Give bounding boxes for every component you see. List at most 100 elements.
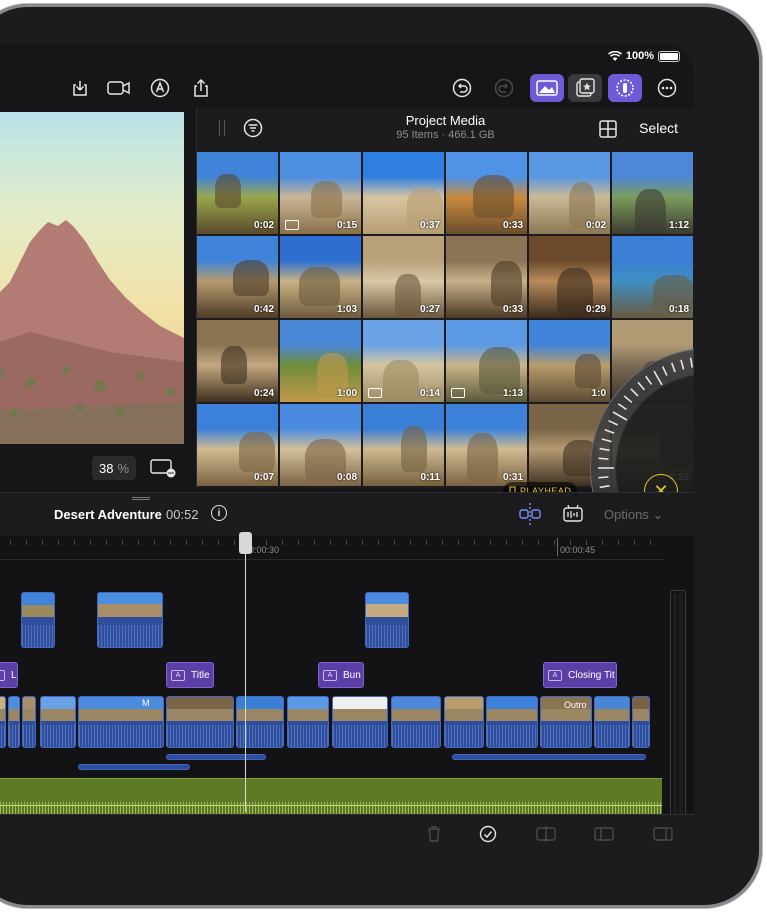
- title-clip-label: L: [11, 669, 17, 681]
- media-thumbnail[interactable]: 0:33: [446, 152, 527, 234]
- clip-waveform: [595, 725, 629, 747]
- media-thumbnail[interactable]: 0:33: [446, 236, 527, 318]
- connected-audio-clip[interactable]: [78, 764, 190, 770]
- grid-view-icon[interactable]: [599, 120, 617, 138]
- redo-icon[interactable]: [490, 74, 518, 102]
- thumbnail-duration: 0:42: [253, 304, 274, 315]
- storyline-clip[interactable]: [486, 696, 538, 748]
- info-icon[interactable]: i: [211, 505, 227, 521]
- clip-waveform: [237, 725, 283, 747]
- storyline-clip[interactable]: [166, 696, 234, 748]
- ruler-tick: [154, 540, 155, 545]
- media-thumbnail[interactable]: 0:15: [280, 152, 361, 234]
- storyline-clip[interactable]: [632, 696, 650, 748]
- inspector-icon[interactable]: [608, 74, 642, 102]
- title-clip[interactable]: A Closing Tit: [543, 662, 617, 688]
- voiceover-icon[interactable]: [146, 74, 174, 102]
- storyline-clip[interactable]: [287, 696, 329, 748]
- storyline-clip[interactable]: [40, 696, 76, 748]
- media-thumbnail[interactable]: 0:29: [529, 236, 610, 318]
- media-thumbnail[interactable]: 0:02: [529, 152, 610, 234]
- zoom-level-field[interactable]: 38 %: [92, 456, 136, 480]
- dial-tick: [612, 411, 628, 421]
- ruler-tick: [490, 540, 491, 545]
- media-thumbnail[interactable]: 0:37: [363, 152, 444, 234]
- thumbnail-image: [383, 360, 419, 402]
- ruler-tick: [282, 540, 283, 545]
- thumbnail-image: [491, 261, 522, 306]
- thumbnail-image: [401, 426, 427, 472]
- playhead-handle[interactable]: [239, 532, 252, 554]
- storyline-clip[interactable]: [391, 696, 441, 748]
- media-thumbnail[interactable]: 0:08: [280, 404, 361, 486]
- connected-audio-clip[interactable]: [452, 754, 646, 760]
- title-icon: A: [323, 669, 337, 681]
- undo-icon[interactable]: [448, 74, 476, 102]
- media-thumbnail[interactable]: 0:07: [197, 404, 278, 486]
- thumbnail-duration: 0:02: [253, 220, 274, 231]
- media-thumbnail[interactable]: 1:00: [280, 320, 361, 402]
- ruler-tick: [634, 540, 635, 545]
- thumbnail-image: [221, 346, 247, 384]
- storyline-clip[interactable]: [0, 696, 6, 748]
- photos-icon[interactable]: [530, 74, 564, 102]
- clip-filmstrip: [633, 697, 649, 721]
- media-thumbnail[interactable]: 0:11: [363, 404, 444, 486]
- timeline[interactable]: 00:00:30 00:00:45 A L A: [0, 532, 694, 846]
- title-clip[interactable]: A Bun: [318, 662, 364, 688]
- trash-icon[interactable]: [426, 825, 442, 843]
- more-icon[interactable]: [653, 74, 681, 102]
- media-thumbnail[interactable]: 0:31: [446, 404, 527, 486]
- thumbnail-duration: 0:14: [419, 388, 440, 399]
- storyline-clip[interactable]: [8, 696, 20, 748]
- media-thumbnail[interactable]: 1:12: [612, 152, 693, 234]
- media-thumbnail[interactable]: 0:24: [197, 320, 278, 402]
- title-clip[interactable]: A Title: [166, 662, 214, 688]
- media-thumbnail[interactable]: 1:13: [446, 320, 527, 402]
- ruler-tick: [314, 540, 315, 545]
- zoom-value: 38: [98, 460, 114, 476]
- clip-filmstrip: [0, 697, 5, 721]
- media-thumbnail[interactable]: 1:03: [280, 236, 361, 318]
- share-icon[interactable]: [187, 74, 215, 102]
- broll-clip[interactable]: [365, 592, 409, 648]
- video-viewer[interactable]: [0, 112, 184, 444]
- playhead[interactable]: [245, 536, 246, 812]
- timeline-ruler[interactable]: 00:00:30 00:00:45: [0, 536, 664, 560]
- media-thumbnail[interactable]: 0:02: [197, 152, 278, 234]
- storyline-clip[interactable]: [78, 696, 164, 748]
- audio-skimming-icon[interactable]: [562, 503, 584, 525]
- storyline-clip[interactable]: [22, 696, 36, 748]
- media-thumbnail[interactable]: 0:14: [363, 320, 444, 402]
- broll-clip[interactable]: [97, 592, 163, 648]
- ruler-tick: [410, 540, 411, 545]
- clip-filmstrip: [237, 697, 283, 721]
- battery-percent: 100%: [625, 50, 654, 62]
- ruler-tick: [26, 540, 27, 545]
- media-thumbnail[interactable]: 0:18: [612, 236, 693, 318]
- connected-audio-clip[interactable]: [166, 754, 266, 760]
- camera-icon[interactable]: [105, 74, 133, 102]
- storyline-clip[interactable]: [594, 696, 630, 748]
- media-thumbnail[interactable]: 0:42: [197, 236, 278, 318]
- thumbnail-image: [395, 274, 421, 316]
- crop-icon[interactable]: [653, 825, 673, 843]
- select-button[interactable]: Select: [639, 120, 678, 136]
- detach-icon[interactable]: [594, 825, 614, 843]
- ruler-tick: [650, 540, 651, 545]
- snapping-icon[interactable]: [518, 503, 542, 525]
- storyline-clip[interactable]: [444, 696, 484, 748]
- resize-handle[interactable]: [132, 497, 150, 500]
- checkmark-icon[interactable]: [479, 825, 497, 843]
- broll-clip[interactable]: [21, 592, 55, 648]
- viewer-options-icon[interactable]: [150, 458, 176, 478]
- storyline-clip[interactable]: [332, 696, 388, 748]
- split-icon[interactable]: [536, 825, 556, 843]
- import-icon[interactable]: [66, 74, 94, 102]
- options-button[interactable]: Options ⌄: [604, 507, 663, 523]
- thumbnail-duration: 1:00: [336, 388, 357, 399]
- media-thumbnail[interactable]: 0:27: [363, 236, 444, 318]
- favorites-icon[interactable]: [568, 74, 602, 102]
- title-clip[interactable]: A L: [0, 662, 18, 688]
- storyline-clip[interactable]: [236, 696, 284, 748]
